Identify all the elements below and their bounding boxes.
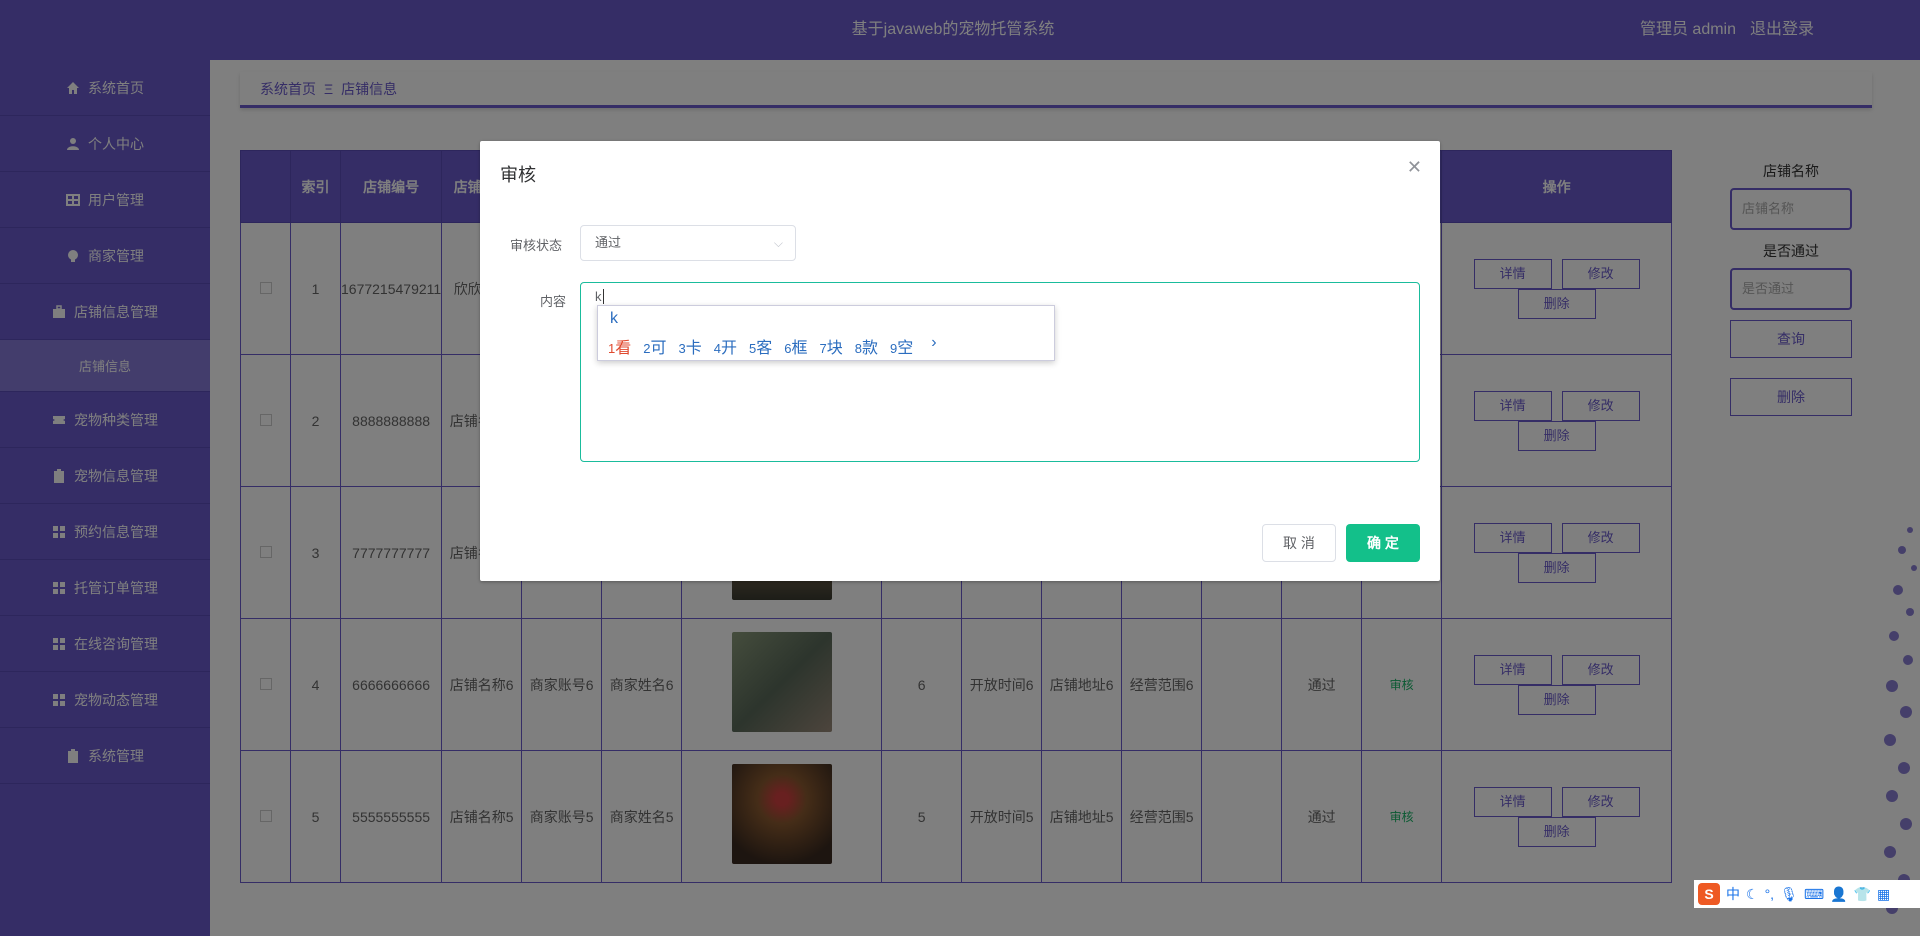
cancel-button[interactable]: 取 消 bbox=[1262, 524, 1336, 562]
content-text: k bbox=[595, 289, 602, 304]
apps-icon[interactable]: ▦ bbox=[1877, 886, 1890, 903]
ime-candidate[interactable]: 7块 bbox=[820, 334, 843, 358]
audit-status-value: 通过 bbox=[595, 235, 622, 250]
confirm-button[interactable]: 确 定 bbox=[1346, 524, 1420, 562]
ime-logo[interactable]: S bbox=[1698, 883, 1720, 905]
ime-composition: k bbox=[610, 310, 618, 327]
audit-status-label: 审核状态 bbox=[510, 238, 563, 253]
ime-candidate[interactable]: 8款 bbox=[855, 334, 878, 358]
ime-candidate[interactable]: 6框 bbox=[784, 334, 807, 358]
ime-toolbar: S 中 ☾ °, 🎙 ⌨ 👤 👕 ▦ bbox=[1694, 880, 1920, 908]
ime-next-page-icon[interactable]: › bbox=[931, 334, 936, 358]
candidate-word: 客 bbox=[756, 340, 773, 357]
candidate-word: 框 bbox=[791, 340, 808, 357]
ime-candidate[interactable]: 1看 bbox=[608, 334, 631, 358]
ime-candidate[interactable]: 9空 bbox=[890, 334, 913, 358]
candidate-number: 7 bbox=[819, 341, 827, 356]
candidate-word: 开 bbox=[720, 340, 737, 357]
ime-candidate[interactable]: 2可 bbox=[643, 334, 666, 358]
punctuation-icon[interactable]: °, bbox=[1765, 886, 1775, 902]
candidate-word: 看 bbox=[615, 340, 632, 357]
moon-icon[interactable]: ☾ bbox=[1746, 886, 1759, 903]
ime-mode-toggle[interactable]: 中 bbox=[1726, 884, 1740, 904]
candidate-number: 4 bbox=[713, 341, 721, 356]
shirt-icon[interactable]: 👕 bbox=[1854, 886, 1871, 903]
text-cursor bbox=[602, 289, 604, 304]
keyboard-icon[interactable]: ⌨ bbox=[1804, 886, 1824, 903]
close-icon[interactable]: ✕ bbox=[1407, 157, 1422, 178]
microphone-icon[interactable]: 🎙 bbox=[1780, 886, 1798, 903]
audit-status-select[interactable]: 通过 ⌵ bbox=[580, 225, 796, 261]
ime-candidate[interactable]: 3卡 bbox=[679, 334, 702, 358]
audit-dialog: 审核 ✕ 审核状态 通过 ⌵ 内容 k 取 消 确 定 bbox=[480, 141, 1440, 581]
candidate-word: 卡 bbox=[685, 340, 702, 357]
ime-candidate[interactable]: 4开 bbox=[714, 334, 737, 358]
ime-candidate-window: k 1看 2可 3卡 4开 5客 6框 7块 8款 9空 › bbox=[597, 305, 1055, 361]
candidate-number: 8 bbox=[854, 341, 862, 356]
dialog-title: 审核 bbox=[500, 165, 536, 185]
user-icon[interactable]: 👤 bbox=[1830, 886, 1847, 903]
ime-candidate[interactable]: 5客 bbox=[749, 334, 772, 358]
candidate-word: 块 bbox=[826, 340, 843, 357]
chevron-down-icon: ⌵ bbox=[773, 236, 783, 250]
candidate-word: 空 bbox=[897, 340, 914, 357]
ime-candidate-list: 1看 2可 3卡 4开 5客 6框 7块 8款 9空 › bbox=[608, 334, 937, 358]
content-label: 内容 bbox=[540, 294, 567, 309]
candidate-number: 3 bbox=[678, 341, 686, 356]
candidate-word: 可 bbox=[650, 340, 667, 357]
candidate-word: 款 bbox=[861, 340, 878, 357]
